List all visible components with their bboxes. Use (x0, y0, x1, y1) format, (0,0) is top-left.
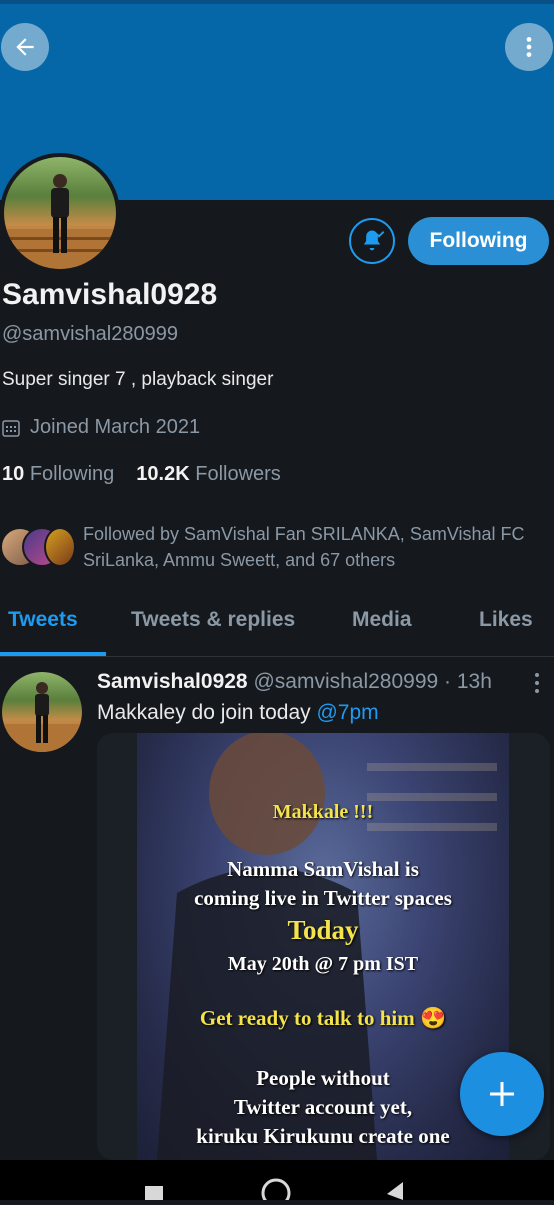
tweet-handle-time: @samvishal280999 · 13h (253, 670, 492, 693)
vertical-dots-icon (526, 37, 532, 57)
plus-icon (490, 1082, 514, 1106)
poster-line: Twitter account yet, (233, 1095, 413, 1119)
back-triangle-icon[interactable] (385, 1180, 405, 1205)
follow-counts: 10 Following 10.2K Followers (2, 463, 281, 486)
profile-photo-person-icon (4, 174, 116, 269)
more-options-button[interactable] (505, 23, 553, 71)
compose-tweet-button[interactable] (460, 1052, 544, 1136)
tweet-header: Samvishal0928 @samvishal280999 · 13h (97, 670, 492, 694)
poster-line: May 20th @ 7 pm IST (227, 953, 419, 975)
tweet-author-name[interactable]: Samvishal0928 (97, 670, 248, 693)
display-name: Samvishal0928 (2, 278, 218, 311)
arrow-left-icon (16, 38, 34, 56)
joined-text: Joined March 2021 (30, 416, 201, 438)
poster-line: Get ready to talk to him 😍 (199, 1006, 447, 1030)
user-handle: @samvishal280999 (2, 323, 178, 345)
profile-avatar[interactable] (0, 153, 120, 273)
tweet-text: Makkaley do join today @7pm (97, 701, 379, 724)
bell-check-icon (363, 230, 385, 251)
tab-tweets-replies[interactable]: Tweets & replies (131, 608, 295, 632)
system-navigation-bar (0, 1160, 554, 1205)
followed-by-text[interactable]: Followed by SamVishal Fan SRILANKA, SamV… (83, 521, 553, 573)
poster-line: coming live in Twitter spaces (194, 886, 452, 910)
profile-bio: Super singer 7 , playback singer (2, 369, 274, 390)
tweet-mention-link[interactable]: @7pm (316, 701, 378, 724)
tweet-author-avatar[interactable] (2, 672, 82, 752)
poster-line: kiruku Kirukunu create one (196, 1124, 450, 1148)
followers-count-link[interactable]: 10.2K Followers (136, 463, 281, 485)
home-circle-icon[interactable] (261, 1178, 291, 1205)
poster-line: Namma SamVishal is (227, 857, 419, 881)
tab-tweets[interactable]: Tweets (8, 608, 78, 632)
following-button[interactable]: Following (408, 217, 549, 265)
author-photo-person-icon (2, 682, 82, 752)
tweet-more-button[interactable] (527, 672, 547, 699)
poster-line: Makkale !!! (272, 801, 374, 823)
calendar-icon (2, 419, 20, 437)
poster-line: People without (256, 1066, 390, 1090)
poster-line: Today (287, 915, 359, 945)
follower-avatar (44, 527, 76, 567)
poster-image: Makkale !!! Namma SamVishal is coming li… (137, 733, 509, 1160)
active-tab-indicator (0, 652, 106, 656)
tab-likes[interactable]: Likes (479, 608, 533, 632)
joined-date: Joined March 2021 (2, 416, 200, 439)
back-button[interactable] (1, 23, 49, 71)
notifications-bell-button[interactable] (349, 218, 395, 264)
tab-media[interactable]: Media (352, 608, 412, 632)
recents-square-icon[interactable] (145, 1180, 163, 1205)
following-count-link[interactable]: 10 Following (2, 463, 114, 485)
vertical-dots-icon (535, 673, 539, 693)
followed-by-avatars[interactable] (0, 527, 80, 567)
status-bar (0, 0, 554, 4)
profile-tabs: Tweets Tweets & replies Media Likes (0, 596, 554, 657)
